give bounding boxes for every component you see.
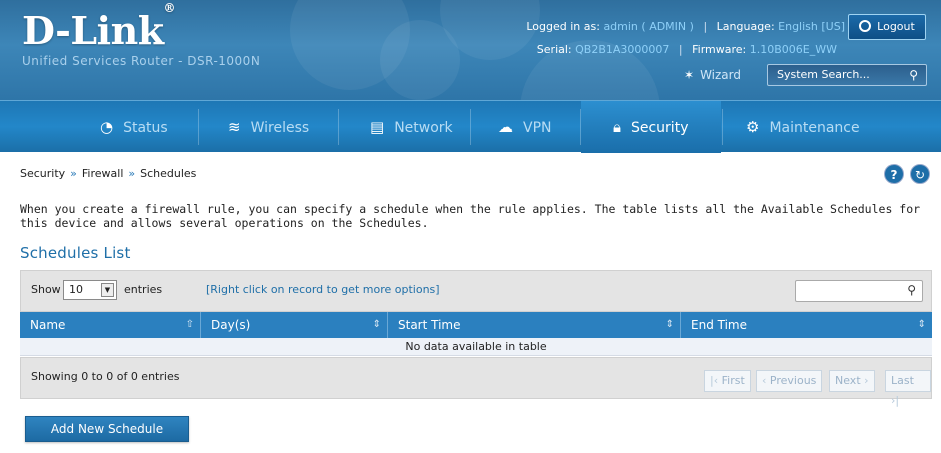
empty-table-message: No data available in table <box>20 338 932 356</box>
nav-security[interactable]: 🔒︎ Security <box>581 101 721 153</box>
nav-maintenance[interactable]: ⚙ Maintenance <box>746 101 860 153</box>
language-value[interactable]: English [US] <box>778 20 845 33</box>
showing-entries: Showing 0 to 0 of 0 entries <box>31 370 180 383</box>
column-header-end-time[interactable]: End Time ⇕ <box>681 312 932 338</box>
column-header-days[interactable]: Day(s) ⇕ <box>201 312 387 338</box>
chevron-down-icon: ▼ <box>101 283 114 297</box>
wifi-icon: ≋ <box>228 118 241 136</box>
next-page-button[interactable]: Next › <box>829 370 875 392</box>
monitor-icon: ▤ <box>370 118 385 136</box>
login-info: Logged in as: admin ( ADMIN ) | Language… <box>526 20 845 33</box>
system-search-input[interactable]: System Search... ⚲ <box>767 64 927 86</box>
nav-vpn[interactable]: ☁ VPN <box>498 101 552 153</box>
firmware-label: Firmware: <box>692 43 747 56</box>
search-icon: ⚲ <box>909 68 918 82</box>
language-label: Language: <box>716 20 775 33</box>
breadcrumb-separator: » <box>128 167 136 180</box>
table-toolbar: Show 10 ▼ entries [Right click on record … <box>20 270 932 312</box>
header-bar: D-Link® Unified Services Router - DSR-10… <box>0 0 941 100</box>
nav-divider <box>338 109 339 145</box>
lock-icon: 🔒︎ <box>613 118 621 136</box>
table-footer: Showing 0 to 0 of 0 entries |‹ First ‹ P… <box>20 357 932 407</box>
entries-label: entries <box>124 283 163 296</box>
first-icon: |‹ <box>710 374 722 387</box>
nav-divider <box>722 109 723 145</box>
product-subtitle: Unified Services Router - DSR-1000N <box>22 54 261 68</box>
first-page-button[interactable]: |‹ First <box>704 370 751 392</box>
breadcrumb: Security » Firewall » Schedules <box>20 167 196 180</box>
refresh-icon[interactable]: ↻ <box>910 164 930 184</box>
sort-asc-icon: ⇧ <box>185 319 194 330</box>
sort-icon: ⇕ <box>372 319 381 330</box>
cloud-lock-icon: ☁ <box>498 118 513 136</box>
page-title: Schedules List <box>20 244 131 262</box>
sort-icon: ⇕ <box>917 319 926 330</box>
page-description: When you create a firewall rule, you can… <box>20 202 921 230</box>
last-icon: ›| <box>891 394 900 407</box>
separator: | <box>678 43 683 56</box>
last-page-button[interactable]: Last ›| <box>885 370 931 407</box>
separator: | <box>703 20 708 33</box>
wand-icon: ✶ <box>684 68 695 82</box>
next-icon: › <box>860 374 869 387</box>
previous-icon: ‹ <box>762 374 770 387</box>
add-new-schedule-button[interactable]: Add New Schedule <box>25 416 189 442</box>
logout-button[interactable]: Logout <box>848 14 926 40</box>
firmware-value: 1.10B006E_WW <box>749 43 837 56</box>
help-icon[interactable]: ? <box>884 164 904 184</box>
nav-status[interactable]: ◔ Status <box>100 101 168 153</box>
column-header-name[interactable]: Name ⇧ <box>20 312 200 338</box>
main-nav: ◔ Status ≋ Wireless ▤ Network ☁ VPN 🔒︎ Securi… <box>0 100 941 153</box>
gauge-icon: ◔ <box>100 118 114 136</box>
device-info: Serial: QB2B1A3000007 | Firmware: 1.10B0… <box>537 43 837 56</box>
nav-divider <box>198 109 199 145</box>
logged-in-label: Logged in as: <box>526 20 600 33</box>
breadcrumb-security[interactable]: Security <box>20 167 65 180</box>
show-label: Show <box>31 283 61 296</box>
gears-icon: ⚙ <box>746 118 760 136</box>
column-header-start-time[interactable]: Start Time ⇕ <box>388 312 680 338</box>
serial-value: QB2B1A3000007 <box>575 43 670 56</box>
page-root: D-Link® Unified Services Router - DSR-10… <box>0 0 941 453</box>
breadcrumb-separator: » <box>70 167 77 180</box>
dlink-logo: D-Link® <box>22 1 176 53</box>
sort-icon: ⇕ <box>665 319 674 330</box>
breadcrumb-schedules: Schedules <box>140 167 197 180</box>
previous-page-button[interactable]: ‹ Previous <box>756 370 823 392</box>
nav-network[interactable]: ▤ Network <box>370 101 453 153</box>
wizard-link[interactable]: ✶ Wizard <box>684 68 741 82</box>
power-icon <box>859 20 872 32</box>
serial-label: Serial: <box>536 43 572 56</box>
breadcrumb-firewall[interactable]: Firewall <box>82 167 123 180</box>
logged-in-user: admin ( ADMIN ) <box>603 20 694 33</box>
entries-select[interactable]: 10 ▼ <box>63 280 117 300</box>
table-search-input[interactable]: ⚲ <box>795 280 923 302</box>
right-click-hint: [Right click on record to get more optio… <box>206 283 440 296</box>
nav-divider <box>470 109 471 145</box>
nav-wireless[interactable]: ≋ Wireless <box>228 101 309 153</box>
table-header: Name ⇧ Day(s) ⇕ Start Time ⇕ End Time ⇕ <box>20 312 932 338</box>
search-icon: ⚲ <box>907 283 916 297</box>
